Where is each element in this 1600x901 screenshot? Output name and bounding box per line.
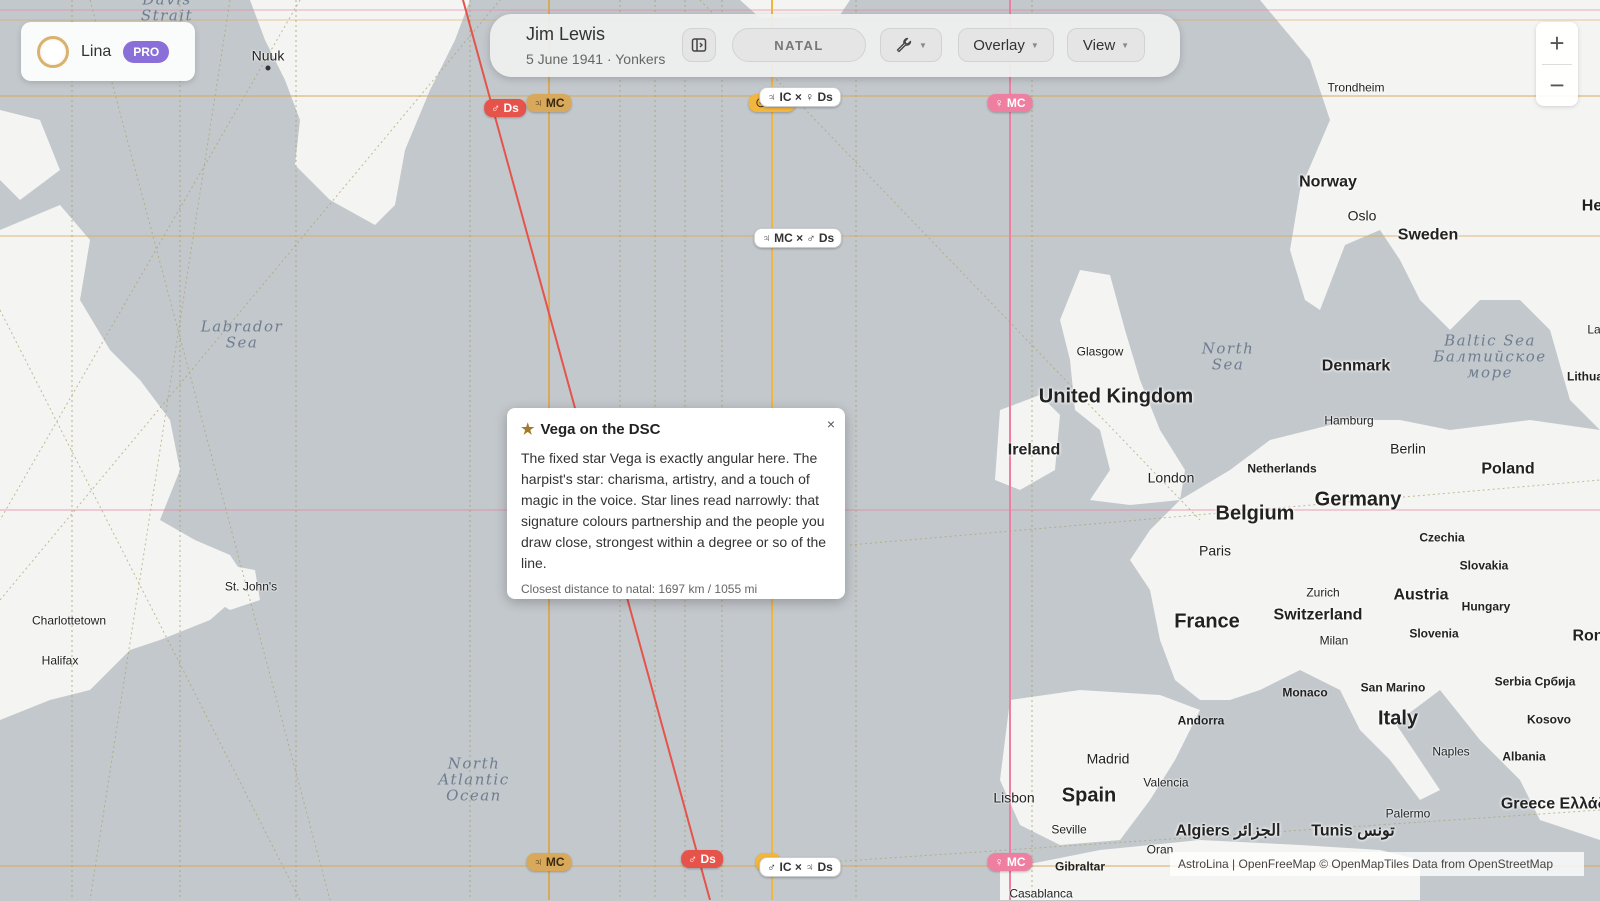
line-info-popup: ★ Vega on the DSC × The fixed star Vega … [507, 408, 845, 599]
label-seville: Seville [1051, 822, 1087, 837]
label-serbia: Serbia Србија [1494, 674, 1576, 689]
label-davis-strait: Davis Strait [140, 0, 194, 24]
label-lisbon: Lisbon [993, 789, 1035, 806]
label-labrador-sea: Labrador Sea [200, 317, 284, 351]
label-valencia: Valencia [1143, 775, 1189, 790]
label-paris: Paris [1199, 542, 1231, 559]
chart-header: Jim Lewis 5 June 1941 · Yonkers NATAL ▼ … [490, 14, 1180, 77]
line-tag-venus-mc[interactable]: ♀ MC [987, 94, 1033, 112]
label-ron: Ron [1572, 627, 1600, 645]
popup-distance: Closest distance to natal: 1697 km / 105… [521, 582, 758, 596]
label-andorra: Andorra [1177, 713, 1225, 728]
label-st-johns: St. John's [224, 579, 278, 594]
popup-title: ★ Vega on the DSC [521, 420, 831, 439]
label-france: France [1174, 610, 1240, 633]
chevron-down-icon: ▼ [1121, 40, 1130, 50]
label-baltic-sea: Baltic Sea Балтийское море [1433, 331, 1547, 381]
label-poland: Poland [1481, 460, 1535, 478]
label-austria: Austria [1393, 586, 1449, 604]
label-italy: Italy [1377, 707, 1419, 730]
line-tag-jupiter-mc-bottom[interactable]: ♃ MC [526, 853, 572, 871]
person-name[interactable]: Jim Lewis [526, 24, 605, 45]
label-glasgow: Glasgow [1076, 344, 1124, 359]
label-slovenia: Slovenia [1409, 626, 1459, 641]
sidebar-icon [691, 38, 707, 52]
label-berlin: Berlin [1390, 440, 1426, 457]
label-north-atlantic: North Atlantic Ocean [438, 754, 510, 804]
zoom-out-button[interactable]: − [1536, 64, 1578, 106]
label-slovakia: Slovakia [1459, 558, 1509, 573]
tools-dropdown[interactable]: ▼ [880, 28, 942, 62]
label-sweden: Sweden [1397, 226, 1459, 244]
label-oslo: Oslo [1347, 207, 1377, 224]
natal-mode-toggle[interactable]: NATAL [732, 28, 866, 62]
label-kosovo: Kosovo [1526, 712, 1572, 727]
label-switzerland: Switzerland [1273, 606, 1363, 624]
chevron-down-icon: ▼ [919, 40, 927, 50]
line-tag-venus-mc-bottom[interactable]: ♀ MC [987, 853, 1033, 871]
label-palermo: Palermo [1385, 806, 1431, 821]
label-ireland: Ireland [1007, 441, 1061, 459]
label-lithua: Lithua [1567, 369, 1600, 384]
line-tag-mars-ic-jupiter-ds[interactable]: ♂ IC × ♃ Ds [759, 857, 841, 877]
label-netherlands: Netherlands [1247, 461, 1317, 476]
zoom-control: + − [1536, 22, 1578, 106]
label-czechia: Czechia [1419, 530, 1465, 545]
label-trondheim: Trondheim [1327, 80, 1385, 95]
label-algiers: Algiers الجزائر [1175, 822, 1281, 840]
sidebar-toggle-button[interactable] [682, 28, 716, 62]
label-belgium: Belgium [1215, 502, 1295, 525]
label-la: La [1587, 322, 1600, 337]
label-he: He [1581, 197, 1600, 215]
label-madrid: Madrid [1086, 750, 1130, 767]
city-dot [265, 65, 271, 71]
label-charlottetown: Charlottetown [31, 613, 107, 628]
birth-details: 5 June 1941 · Yonkers [526, 51, 666, 67]
label-san-marino: San Marino [1360, 680, 1426, 695]
line-tag-jupiter-ic-venus-ds[interactable]: ♃ IC × ♀ Ds [759, 87, 841, 107]
map-attribution[interactable]: AstroLina | OpenFreeMap © OpenMapTiles D… [1170, 852, 1584, 876]
label-gibraltar: Gibraltar [1054, 859, 1106, 874]
label-greece: Greece Ελλάδα [1500, 795, 1600, 813]
overlay-dropdown[interactable]: Overlay ▼ [958, 28, 1054, 62]
line-tag-mars-ds-bottom[interactable]: ♂ Ds [681, 850, 723, 868]
popup-description: The fixed star Vega is exactly angular h… [521, 450, 827, 571]
wrench-icon [896, 37, 912, 53]
zoom-in-button[interactable]: + [1536, 22, 1578, 64]
label-monaco: Monaco [1282, 685, 1328, 700]
line-tag-mars-ds[interactable]: ♂ Ds [484, 99, 526, 117]
label-united-kingdom: United Kingdom [1038, 385, 1194, 408]
label-tunis: Tunis تونس [1311, 822, 1395, 840]
close-icon[interactable]: × [827, 416, 835, 432]
label-naples: Naples [1432, 744, 1470, 759]
user-menu[interactable]: Lina PRO [21, 22, 195, 81]
label-hamburg: Hamburg [1324, 413, 1374, 428]
view-label: View [1082, 36, 1116, 54]
user-name: Lina [81, 42, 112, 60]
label-nuuk: Nuuk [251, 47, 285, 64]
label-halifax: Halifax [41, 653, 79, 668]
star-icon: ★ [521, 421, 535, 438]
chevron-down-icon: ▼ [1030, 40, 1039, 50]
avatar[interactable] [37, 35, 69, 68]
pro-badge: PRO [123, 40, 170, 63]
view-dropdown[interactable]: View ▼ [1067, 28, 1145, 62]
line-tag-jupiter-mc[interactable]: ♃ MC [526, 94, 572, 112]
label-zurich: Zurich [1306, 585, 1340, 600]
label-casablanca: Casablanca [1009, 886, 1073, 901]
label-germany: Germany [1314, 488, 1402, 511]
label-spain: Spain [1061, 784, 1117, 807]
line-tag-jupiter-mc-mars-ds[interactable]: ♃ MC × ♂ Ds [753, 228, 843, 248]
label-london: London [1147, 469, 1195, 486]
label-milan: Milan [1319, 633, 1349, 648]
label-norway: Norway [1299, 173, 1357, 191]
label-denmark: Denmark [1321, 357, 1391, 375]
overlay-label: Overlay [973, 36, 1025, 54]
label-north-sea: North Sea [1201, 339, 1255, 373]
label-albania: Albania [1502, 749, 1546, 764]
popup-title-text: Vega on the DSC [540, 420, 661, 438]
label-hungary: Hungary [1461, 599, 1511, 614]
